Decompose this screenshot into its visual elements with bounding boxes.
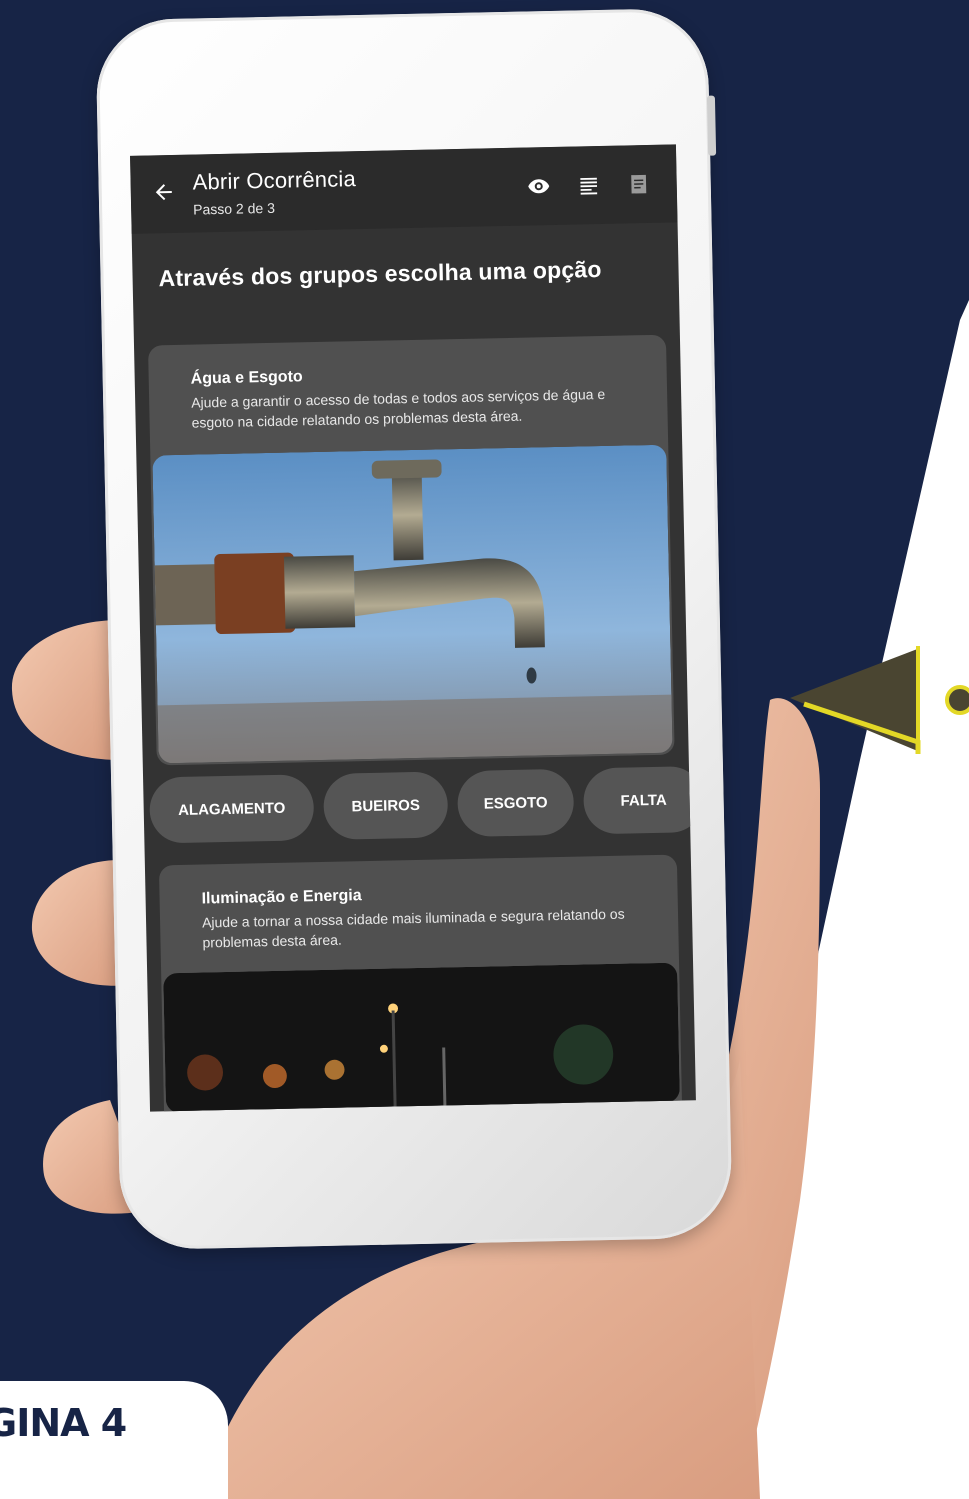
side-button — [706, 95, 717, 156]
chip-bueiros[interactable]: BUEIROS — [323, 771, 449, 840]
group-card-iluminacao-energia[interactable]: Iluminação e Energia Ajude a tornar a no… — [158, 854, 683, 1112]
page-label-tag: GINA 4 — [0, 1381, 228, 1499]
list-icon[interactable] — [576, 173, 600, 197]
document-icon[interactable] — [626, 172, 650, 196]
street-lights-night-photo — [163, 962, 680, 1112]
water-faucet-photo — [152, 444, 673, 764]
eye-icon[interactable] — [527, 174, 551, 198]
chip-alagamento[interactable]: ALAGAMENTO — [149, 774, 315, 844]
page-label: GINA 4 — [0, 1401, 127, 1445]
subcategory-chips: ALAGAMENTO BUEIROS ESGOTO FALTA — [143, 754, 696, 844]
page-title: Abrir Ocorrência — [192, 166, 357, 195]
app-bar: Abrir Ocorrência Passo 2 de 3 — [130, 144, 678, 234]
chip-esgoto[interactable]: ESGOTO — [456, 768, 575, 838]
group-card-agua-esgoto[interactable]: Água e Esgoto Ajude a garantir o acesso … — [148, 334, 675, 766]
smartphone: Abrir Ocorrência Passo 2 de 3 Através do… — [95, 7, 733, 1251]
section-heading: Através dos grupos escolha uma opção — [158, 255, 602, 292]
step-indicator: Passo 2 de 3 — [192, 199, 276, 218]
app-screen: Abrir Ocorrência Passo 2 de 3 Através do… — [130, 144, 696, 1112]
back-arrow-icon[interactable] — [135, 179, 194, 209]
chip-falta[interactable]: FALTA — [582, 765, 696, 835]
